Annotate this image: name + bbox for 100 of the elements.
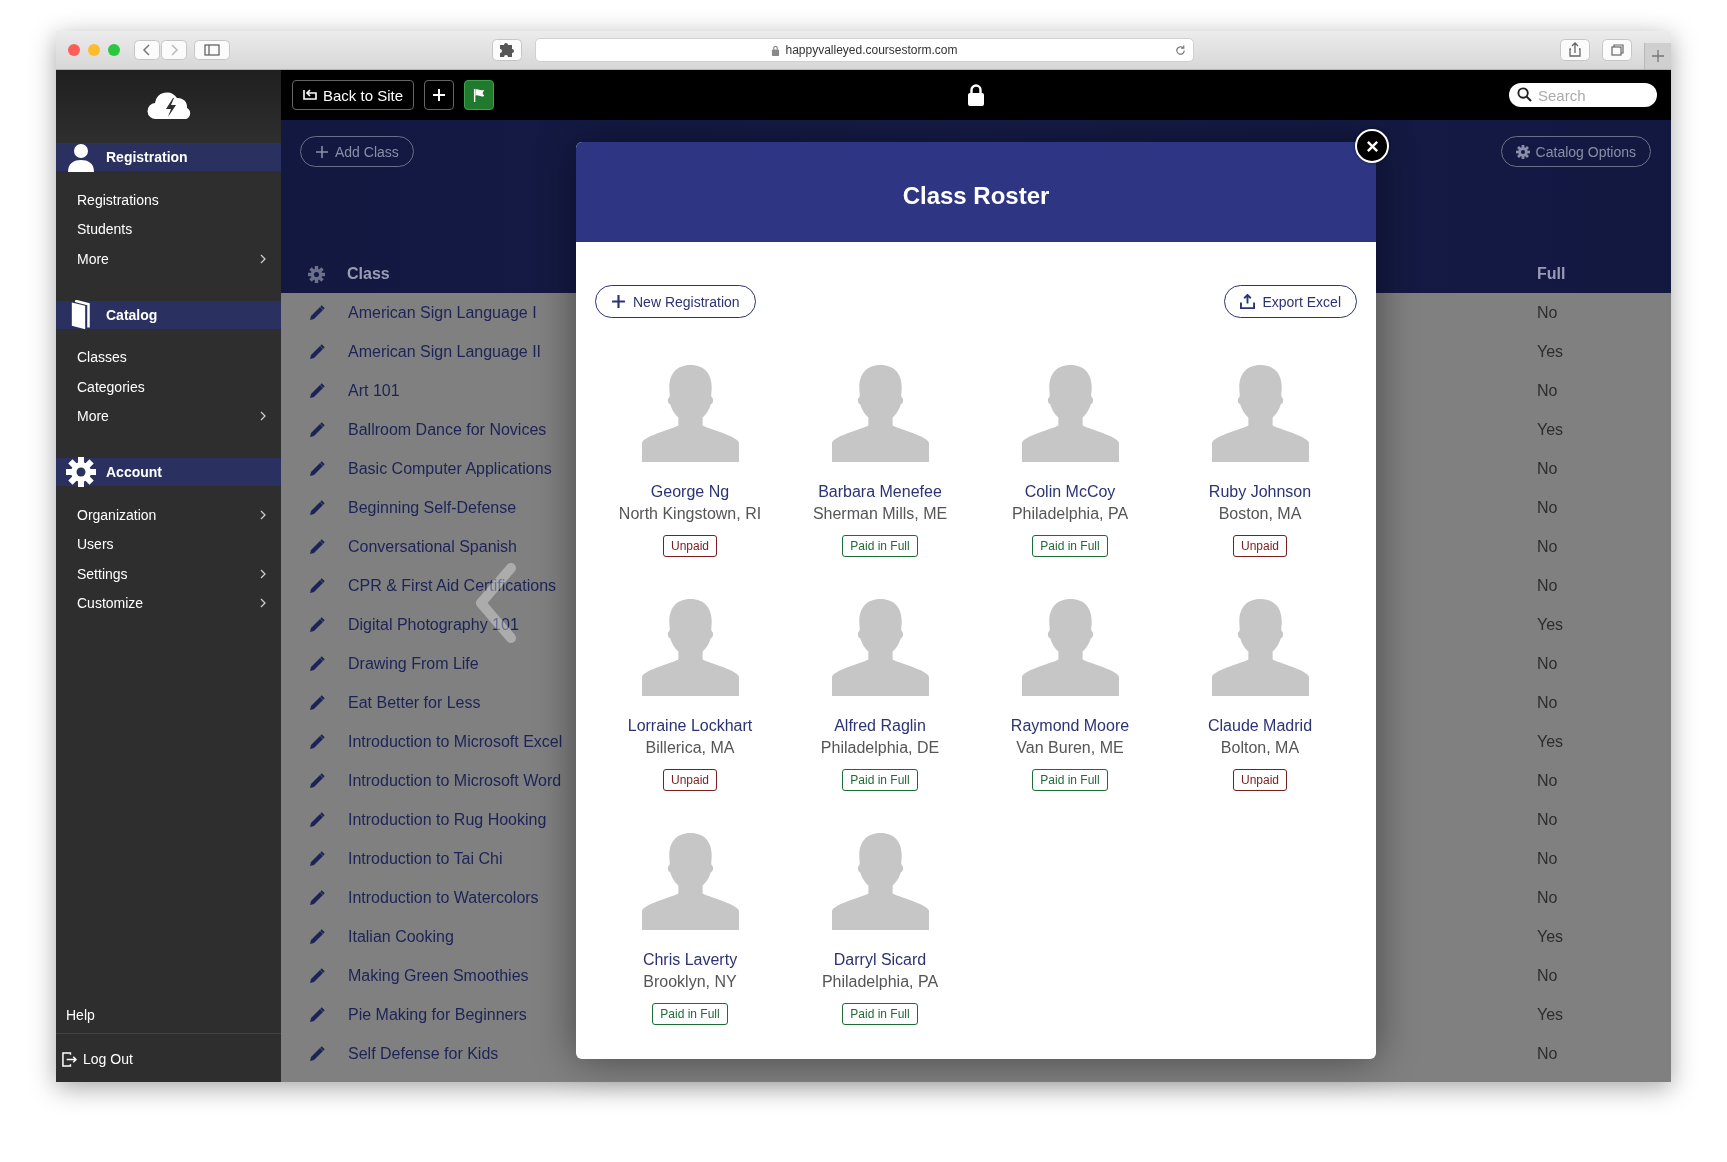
table-cell-text: No [1537, 1044, 1559, 1063]
pencil-icon[interactable] [309, 1006, 325, 1023]
payment-status-badge: Paid in Full [1032, 769, 1108, 791]
sidebar-section-header[interactable]: Registration [56, 143, 281, 171]
student-name-link[interactable]: Colin McCoy [1024, 483, 1116, 501]
table-cell-text: No [1537, 303, 1559, 322]
chevron-right-icon [259, 410, 267, 423]
student-name-link[interactable]: Darryl Sicard [833, 951, 927, 969]
avatar-icon [1019, 365, 1121, 462]
pencil-icon[interactable] [309, 616, 325, 633]
sidebar-item[interactable]: Students [56, 214, 281, 244]
student-name-link[interactable]: Barbara Menefee [818, 483, 942, 501]
sidebar-section-header[interactable]: Account [56, 458, 281, 486]
student-name-link[interactable]: Ruby Johnson [1208, 483, 1312, 501]
sidebar-item[interactable]: More [56, 401, 281, 431]
sidebar-item[interactable]: More [56, 244, 281, 274]
payment-status-badge: Paid in Full [652, 1003, 728, 1025]
tabs-icon[interactable] [1602, 39, 1632, 61]
sidebar-item[interactable]: Customize [56, 588, 281, 618]
pencil-icon[interactable] [309, 1045, 325, 1062]
pencil-icon[interactable] [309, 889, 325, 906]
student-name-link[interactable]: Chris Laverty [642, 951, 738, 969]
chevron-right-icon [259, 567, 267, 580]
table-cell-text: No [1537, 459, 1559, 478]
extension-icon[interactable] [492, 39, 522, 61]
pencil-icon[interactable] [309, 772, 325, 789]
sidebar-item[interactable]: Organization [56, 500, 281, 530]
student-location: Brooklyn, NY [643, 973, 737, 991]
column-header[interactable]: Full [1537, 265, 1671, 283]
sidebar-item[interactable]: Registrations [56, 185, 281, 215]
new-registration-button[interactable]: New Registration [595, 285, 756, 318]
plus-icon [432, 88, 447, 102]
chevron-right-icon [259, 508, 267, 521]
student-location: Bolton, MA [1220, 739, 1300, 757]
zoom-window-dot[interactable] [108, 44, 120, 56]
back-to-site-button[interactable]: Back to Site [292, 80, 415, 110]
student-location: Philadelphia, DE [820, 739, 940, 757]
student-name-link[interactable]: Raymond Moore [1010, 717, 1130, 735]
pencil-icon[interactable] [309, 343, 325, 360]
table-cell-text: Yes [1537, 1005, 1565, 1024]
pencil-icon[interactable] [309, 733, 325, 750]
export-excel-button[interactable]: Export Excel [1224, 285, 1357, 318]
sidebar-item[interactable]: Categories [56, 372, 281, 402]
reload-icon[interactable] [1174, 44, 1187, 57]
gear-icon [66, 457, 96, 487]
payment-status-badge: Unpaid [1233, 769, 1287, 791]
padlock-icon [771, 44, 781, 56]
avatar-icon [1019, 599, 1121, 696]
table-cell-text: No [1537, 498, 1559, 517]
close-icon [1365, 139, 1379, 153]
payment-status-badge: Paid in Full [842, 535, 918, 557]
new-tab-icon[interactable] [1644, 43, 1671, 69]
table-cell-text: No [1537, 654, 1559, 673]
student-location: Sherman Mills, ME [812, 505, 948, 523]
student-name-link[interactable]: Alfred Raglin [834, 717, 926, 735]
minimize-window-dot[interactable] [88, 44, 100, 56]
close-window-dot[interactable] [68, 44, 80, 56]
address-bar[interactable]: happyvalleyed.coursestorm.com [535, 38, 1194, 62]
payment-status-badge: Unpaid [663, 535, 717, 557]
sidebar-section-header[interactable]: Catalog [56, 300, 281, 329]
chevron-right-icon [259, 597, 267, 610]
student-location: Billerica, MA [645, 739, 735, 757]
student-name-link[interactable]: Lorraine Lockhart [627, 717, 753, 735]
payment-status-badge: Unpaid [1233, 535, 1287, 557]
sidebar-item[interactable]: Users [56, 529, 281, 559]
pencil-icon[interactable] [309, 850, 325, 867]
share-icon[interactable] [1560, 39, 1590, 61]
pencil-icon[interactable] [309, 694, 325, 711]
table-cell-text: No [1537, 537, 1559, 556]
payment-status-badge: Paid in Full [1032, 535, 1108, 557]
sidebar-toggle-icon[interactable] [194, 40, 230, 60]
pencil-icon[interactable] [309, 655, 325, 672]
dialog-title: Class Roster [902, 182, 1050, 210]
back-icon[interactable] [134, 40, 160, 60]
pencil-icon[interactable] [309, 967, 325, 984]
pencil-icon[interactable] [309, 538, 325, 555]
pencil-icon[interactable] [309, 304, 325, 321]
pencil-icon[interactable] [309, 460, 325, 477]
pencil-icon[interactable] [309, 382, 325, 399]
pencil-icon[interactable] [309, 577, 325, 594]
table-cell-text: Yes [1537, 615, 1565, 634]
flag-button[interactable] [464, 80, 495, 110]
student-name-link[interactable]: Claude Madrid [1207, 717, 1313, 735]
search-field[interactable]: Search [1509, 83, 1657, 107]
pencil-icon[interactable] [309, 811, 325, 828]
add-button[interactable] [424, 80, 455, 110]
table-cell-text: No [1537, 849, 1559, 868]
return-arrow-icon [303, 89, 317, 101]
pencil-icon[interactable] [309, 928, 325, 945]
table-cell-text: No [1537, 771, 1559, 790]
payment-status-badge: Paid in Full [842, 769, 918, 791]
gear-icon[interactable] [308, 265, 325, 283]
log-out-link[interactable]: Log Out [56, 1042, 281, 1076]
table-cell-text: Yes [1537, 342, 1565, 361]
pencil-icon[interactable] [309, 421, 325, 438]
sidebar-item[interactable]: Classes [56, 342, 281, 372]
pencil-icon[interactable] [309, 499, 325, 516]
student-name-link[interactable]: George Ng [650, 483, 730, 501]
sidebar-item[interactable]: Settings [56, 559, 281, 589]
avatar-icon [1209, 599, 1311, 696]
